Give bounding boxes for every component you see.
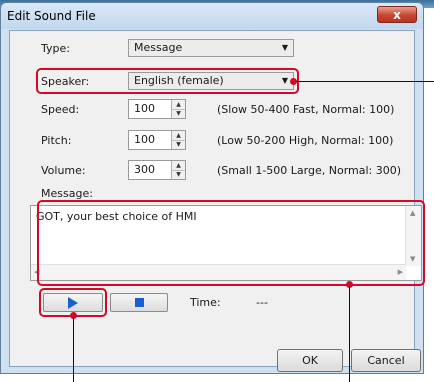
chevron-down-icon: ▼ <box>281 43 288 52</box>
pitch-value: 100 <box>134 133 155 146</box>
spin-down-icon[interactable]: ▼ <box>172 170 185 179</box>
message-highlight <box>37 200 425 286</box>
pitch-spin-buttons: ▲ ▼ <box>171 131 185 149</box>
title-bar: Edit Sound File x <box>1 3 423 29</box>
pitch-hint: (Low 50-200 High, Normal: 100) <box>217 134 394 147</box>
stop-button[interactable] <box>110 293 168 312</box>
speed-hint: (Slow 50-400 Fast, Normal: 100) <box>217 103 395 116</box>
volume-stepper[interactable]: 300 ▲ ▼ <box>128 160 186 180</box>
time-value: --- <box>256 296 268 309</box>
stop-icon <box>135 298 144 307</box>
close-icon: x <box>393 8 401 22</box>
message-label: Message: <box>41 187 93 200</box>
pitch-stepper[interactable]: 100 ▲ ▼ <box>128 130 186 150</box>
volume-hint: (Small 1-500 Large, Normal: 300) <box>217 164 402 177</box>
message-callout-line <box>349 286 350 382</box>
speed-spin-buttons: ▲ ▼ <box>171 100 185 118</box>
spin-down-icon[interactable]: ▼ <box>172 140 185 149</box>
type-label: Type: <box>41 42 70 55</box>
type-select[interactable]: Message ▼ <box>128 39 294 57</box>
pitch-label: Pitch: <box>41 134 72 147</box>
speed-value: 100 <box>134 102 155 115</box>
spin-down-icon[interactable]: ▼ <box>172 109 185 118</box>
close-button[interactable]: x <box>377 6 417 23</box>
play-callout-line <box>73 317 74 382</box>
volume-spin-buttons: ▲ ▼ <box>171 161 185 179</box>
ok-button[interactable]: OK <box>277 349 343 372</box>
time-label: Time: <box>190 296 221 309</box>
volume-value: 300 <box>134 163 155 176</box>
volume-label: Volume: <box>41 164 86 177</box>
speed-label: Speed: <box>41 103 80 116</box>
type-select-value: Message <box>134 41 183 54</box>
cancel-button[interactable]: Cancel <box>351 349 421 372</box>
speaker-callout-line <box>296 81 434 82</box>
speed-stepper[interactable]: 100 ▲ ▼ <box>128 99 186 119</box>
window-title: Edit Sound File <box>7 9 96 23</box>
speaker-highlight <box>36 68 299 94</box>
